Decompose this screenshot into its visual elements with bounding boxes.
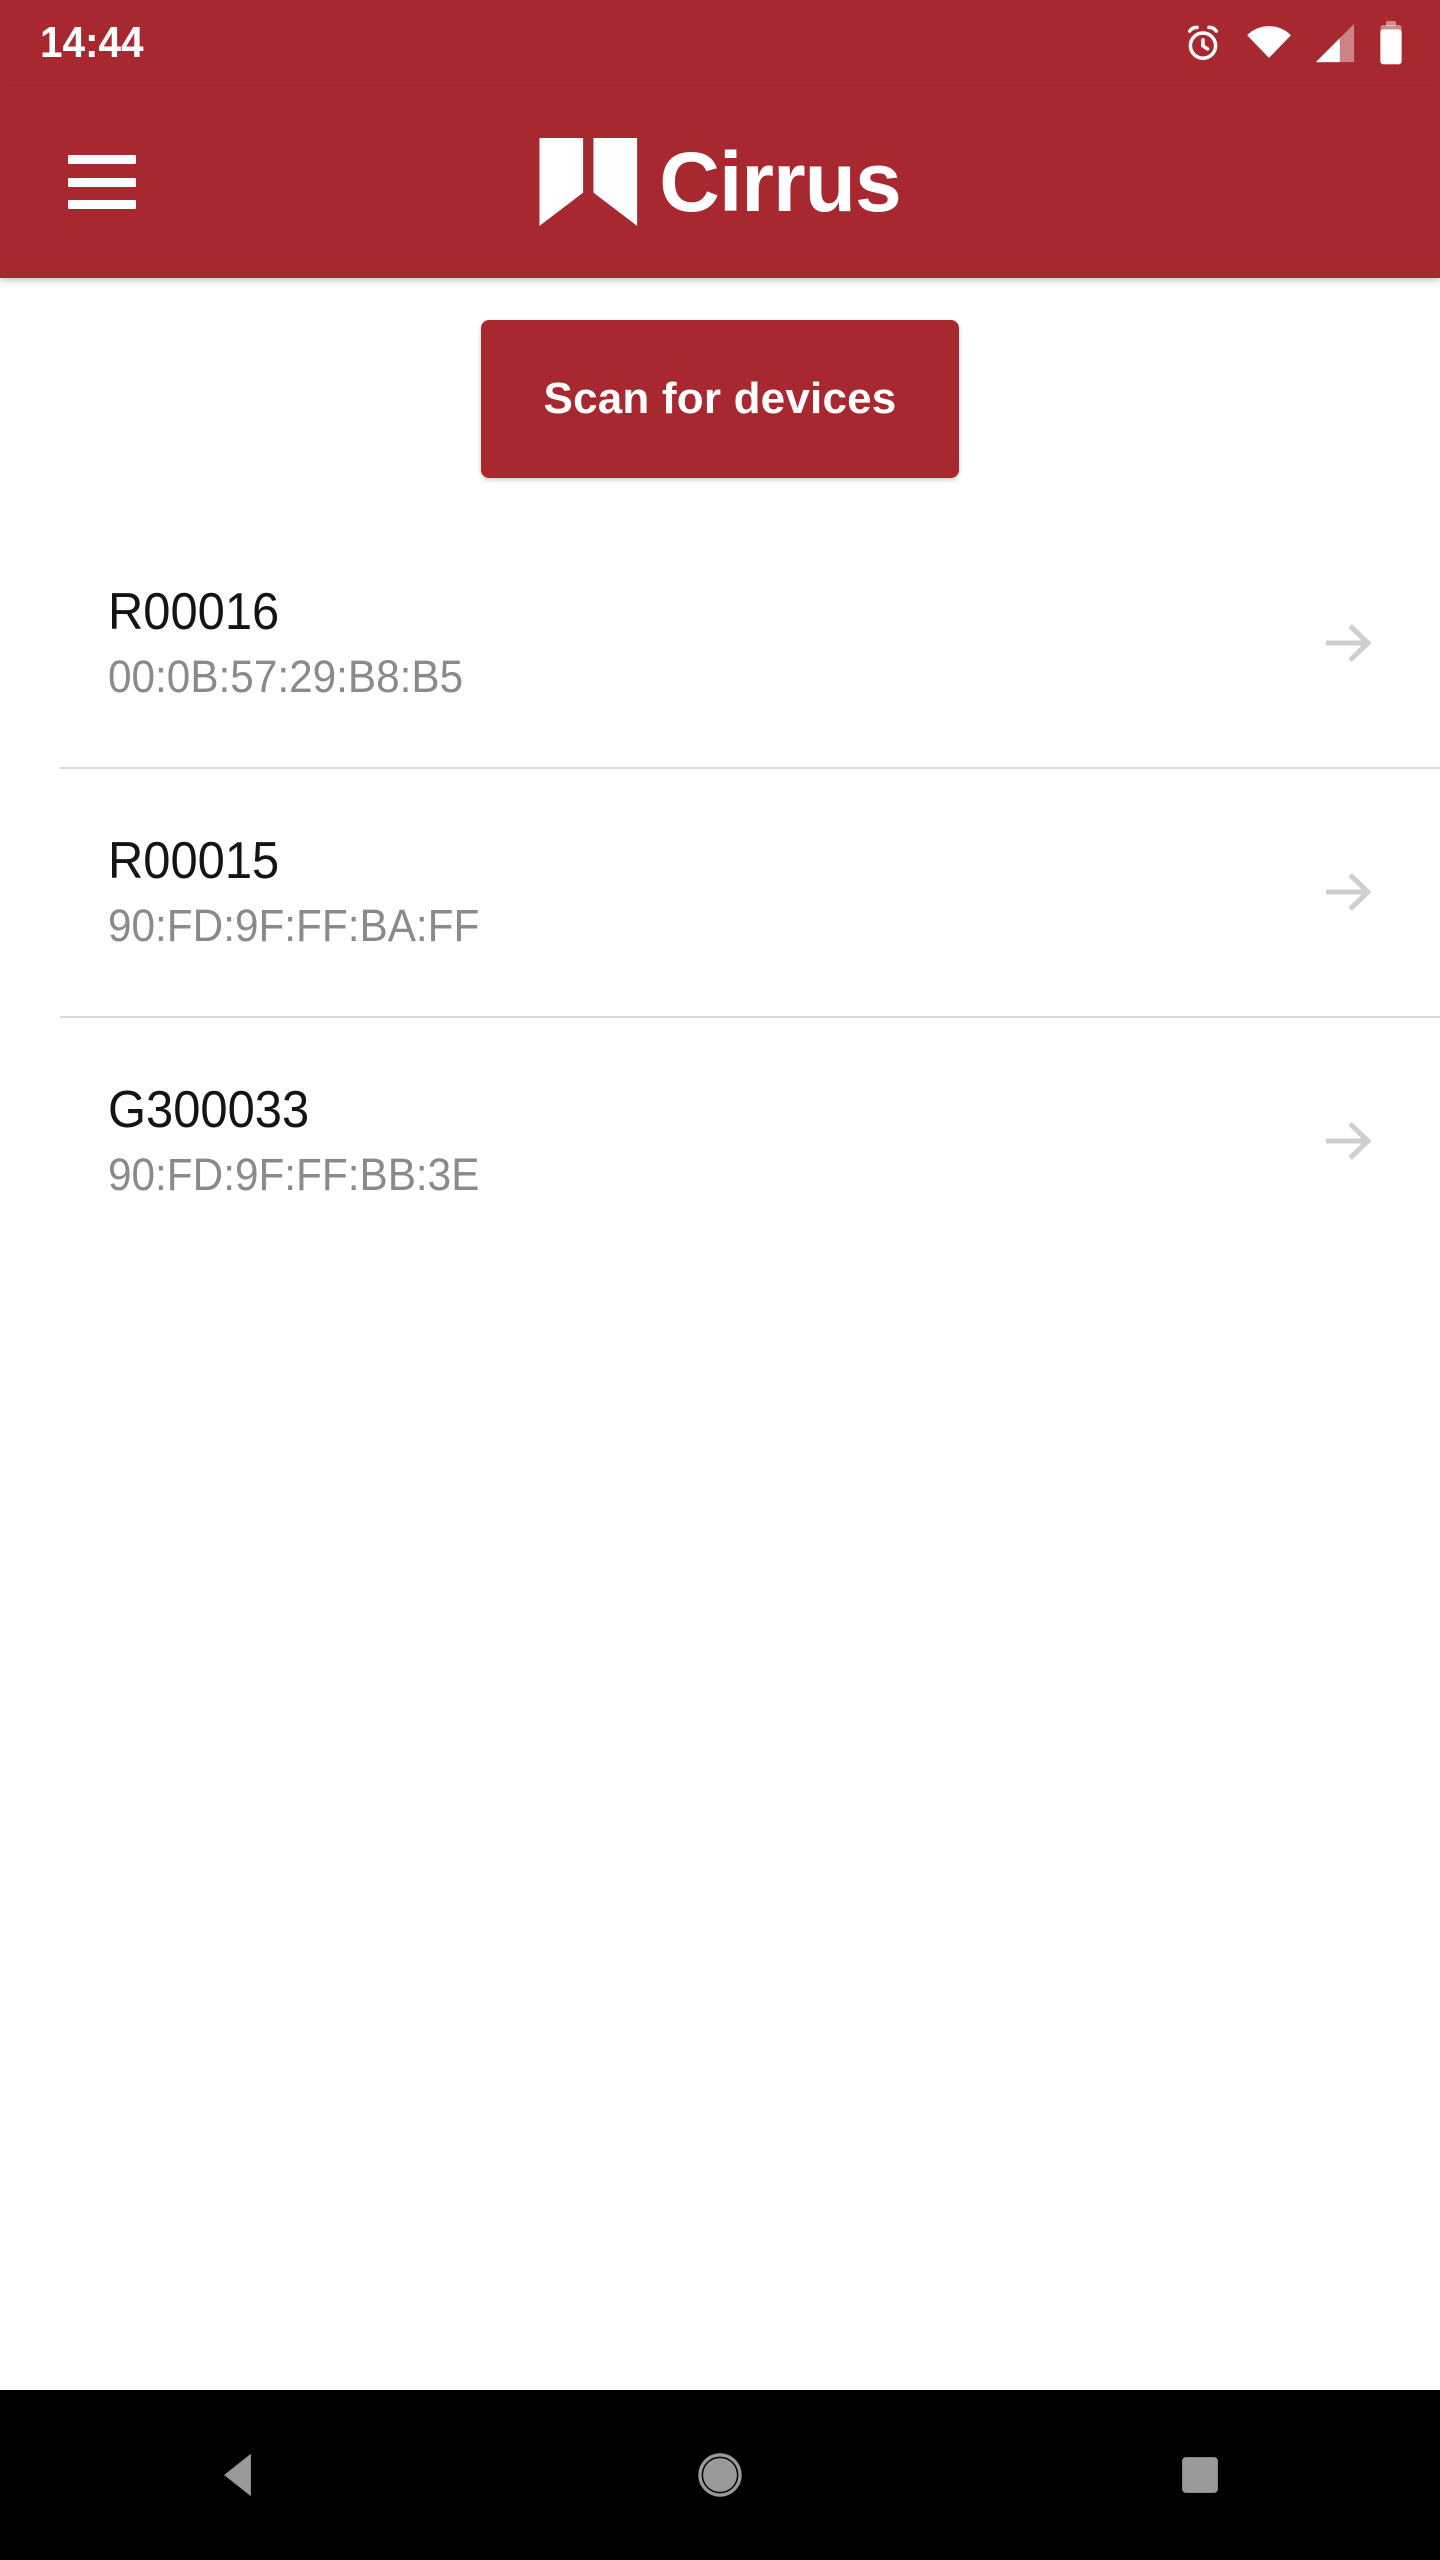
app-screen: 14:44 Cirrus Scan for devices R00016 00:… xyxy=(0,0,1440,2560)
logo-ribbon-left xyxy=(539,138,584,226)
device-info: R00016 00:0B:57:29:B8:B5 xyxy=(108,582,486,703)
nav-recents-button[interactable] xyxy=(1100,2390,1300,2560)
cirrus-logo-mark-icon xyxy=(539,138,638,226)
device-info: R00015 90:FD:9F:FF:BA:FF xyxy=(108,831,503,952)
home-circle-icon xyxy=(691,2446,749,2504)
status-bar-icons xyxy=(1182,21,1404,65)
chevron-right-icon[interactable] xyxy=(1320,863,1378,921)
wifi-icon xyxy=(1246,22,1292,64)
android-navigation-bar xyxy=(0,2390,1440,2560)
logo-ribbon-right xyxy=(593,138,638,226)
device-list-item[interactable]: G300033 90:FD:9F:FF:BB:3E xyxy=(0,1016,1440,1265)
alarm-icon xyxy=(1182,22,1224,64)
device-mac-address: 00:0B:57:29:B8:B5 xyxy=(108,651,464,703)
device-mac-address: 90:FD:9F:FF:BA:FF xyxy=(108,900,480,952)
hamburger-menu-icon[interactable] xyxy=(68,155,136,209)
battery-icon xyxy=(1378,21,1404,65)
app-logo: Cirrus xyxy=(539,135,902,229)
device-list: R00016 00:0B:57:29:B8:B5 R00015 90:FD:9F… xyxy=(0,518,1440,1265)
status-bar-clock: 14:44 xyxy=(40,18,144,67)
device-mac-address: 90:FD:9F:FF:BB:3E xyxy=(108,1149,480,1201)
app-bar: Cirrus xyxy=(0,86,1440,278)
status-bar: 14:44 xyxy=(0,0,1440,86)
nav-home-button[interactable] xyxy=(620,2390,820,2560)
device-name: G300033 xyxy=(108,1080,310,1139)
app-title: Cirrus xyxy=(659,135,901,229)
hamburger-bar-2 xyxy=(68,177,136,187)
device-list-item[interactable]: R00016 00:0B:57:29:B8:B5 xyxy=(0,518,1440,767)
recents-square-icon xyxy=(1171,2446,1229,2504)
device-name: R00016 xyxy=(108,582,280,641)
device-info: G300033 90:FD:9F:FF:BB:3E xyxy=(108,1080,503,1201)
hamburger-bar-3 xyxy=(68,200,136,209)
chevron-right-icon[interactable] xyxy=(1320,614,1378,672)
back-triangle-icon xyxy=(211,2446,269,2504)
cellular-signal-icon xyxy=(1314,22,1356,64)
scan-button-container: Scan for devices xyxy=(0,278,1440,478)
device-name: R00015 xyxy=(108,831,280,890)
chevron-right-icon[interactable] xyxy=(1320,1112,1378,1170)
scan-for-devices-button[interactable]: Scan for devices xyxy=(481,320,959,478)
hamburger-bar-1 xyxy=(68,155,136,164)
main-content: Scan for devices R00016 00:0B:57:29:B8:B… xyxy=(0,278,1440,2390)
device-list-item[interactable]: R00015 90:FD:9F:FF:BA:FF xyxy=(0,767,1440,1016)
nav-back-button[interactable] xyxy=(140,2390,340,2560)
